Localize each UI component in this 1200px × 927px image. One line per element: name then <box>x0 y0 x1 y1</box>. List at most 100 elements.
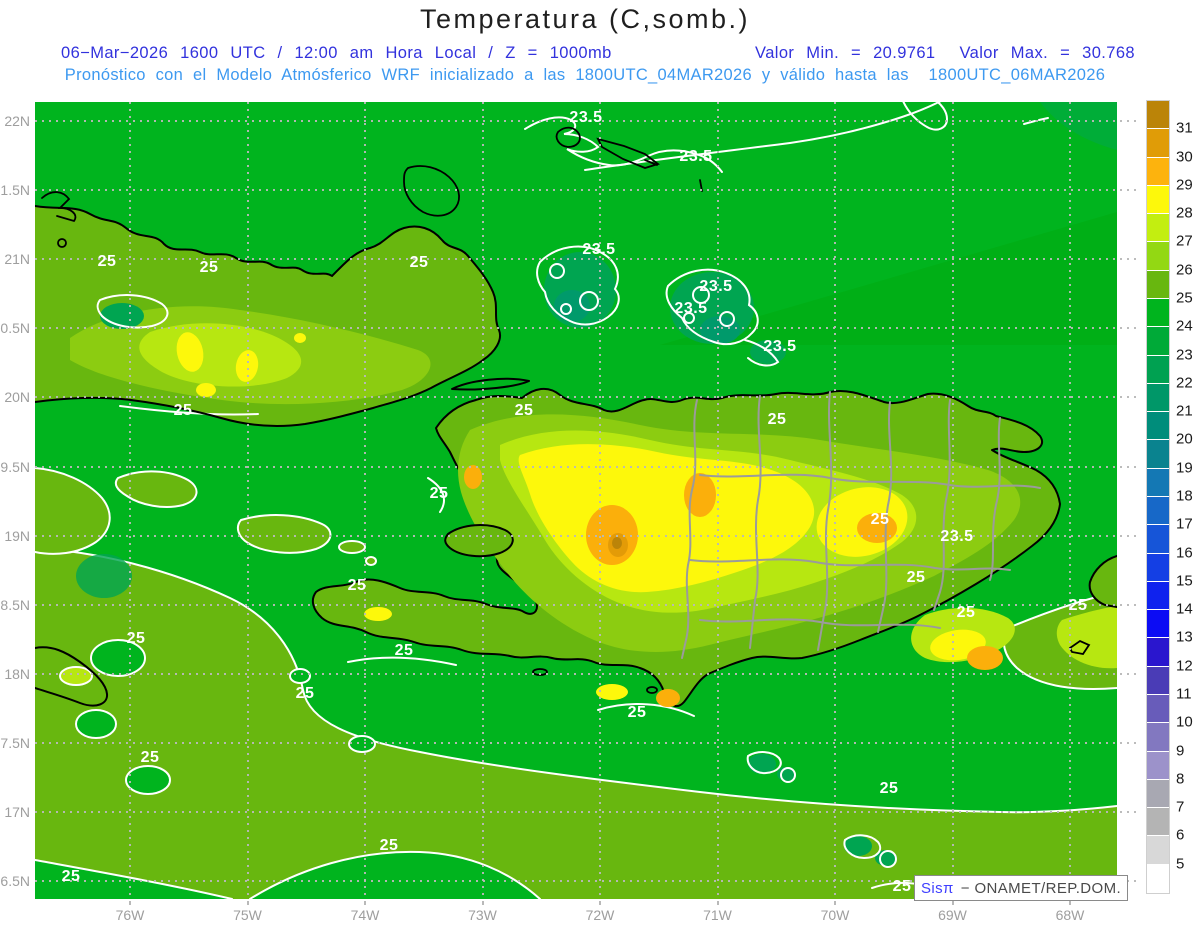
colorbar <box>1146 100 1170 894</box>
colorbar-cell <box>1147 525 1169 553</box>
colorbar-cell <box>1147 610 1169 638</box>
gridline-lat <box>35 672 1140 675</box>
contour-label: 25 <box>173 402 193 419</box>
colorbar-cell <box>1147 496 1169 525</box>
colorbar-tick-label: 13 <box>1176 628 1193 646</box>
colorbar-tick-label: 7 <box>1176 798 1185 816</box>
gridline-lat <box>35 741 1140 744</box>
colorbar-tick-label: 10 <box>1176 713 1193 731</box>
contour-label: 25 <box>956 604 976 621</box>
colorbar-cell <box>1147 327 1169 355</box>
colorbar-tick-label: 9 <box>1176 742 1185 760</box>
colorbar-cell <box>1147 270 1169 298</box>
colorbar-tick-label: 15 <box>1176 572 1193 590</box>
gridline-lat <box>35 465 1140 468</box>
contour-label: 25 <box>140 749 160 766</box>
colorbar-cell <box>1147 694 1169 723</box>
colorbar-tick-label: 18 <box>1176 487 1193 505</box>
contour-label: 25 <box>347 577 367 594</box>
contour-label: 23.5 <box>569 109 603 126</box>
y-axis-label: 7.5N <box>0 734 30 751</box>
colorbar-cell <box>1147 723 1169 751</box>
colorbar-tick-label: 16 <box>1176 544 1193 562</box>
contour-label: 23.5 <box>679 148 713 165</box>
gridline-lon <box>364 102 366 899</box>
gridline-lat <box>35 534 1140 537</box>
contour-label: 25 <box>514 402 534 419</box>
x-axis-label: 75W <box>233 907 262 923</box>
colorbar-tick-label: 11 <box>1176 685 1192 703</box>
x-axis-label: 73W <box>468 907 497 923</box>
colorbar-cell <box>1147 440 1169 468</box>
colorbar-cell <box>1147 214 1169 242</box>
colorbar-tick-label: 29 <box>1176 176 1193 194</box>
colorbar-tick-label: 25 <box>1176 289 1193 307</box>
gridline-lon <box>716 102 719 899</box>
gridline-lat <box>35 396 1140 399</box>
gridline-lon <box>1069 102 1071 899</box>
y-axis-label: 9.5N <box>0 458 30 475</box>
contour-label: 23.5 <box>674 300 708 317</box>
gridline-lon <box>246 102 249 899</box>
contour-label: 25 <box>1068 597 1088 614</box>
colorbar-tick-label: 26 <box>1176 261 1193 279</box>
colorbar-cell <box>1147 751 1169 779</box>
x-axis-label: 74W <box>350 907 380 923</box>
gridline-lon <box>129 102 131 899</box>
colorbar-tick-label: 30 <box>1176 148 1193 166</box>
colorbar-tick-label: 8 <box>1176 770 1185 788</box>
x-axis-tick <box>599 901 601 905</box>
contour-label: 25 <box>409 254 429 271</box>
x-axis-tick <box>481 901 484 905</box>
gridline-lat <box>35 327 1140 330</box>
x-axis-tick <box>246 901 249 905</box>
contour-label: 23.5 <box>763 338 797 355</box>
colorbar-cell <box>1147 666 1169 694</box>
x-axis-label: 76W <box>115 907 145 923</box>
colorbar-tick-label: 14 <box>1176 600 1193 618</box>
colorbar-cell <box>1147 581 1169 610</box>
y-axis-label: 0.5N <box>0 320 30 337</box>
colorbar-cell <box>1147 185 1169 214</box>
contour-label: 25 <box>892 878 912 895</box>
colorbar-cell <box>1147 355 1169 383</box>
credit-brand: Sisπ <box>920 879 954 897</box>
colorbar-tick-label: 22 <box>1176 374 1193 392</box>
x-axis-tick <box>716 901 719 905</box>
colorbar-cell <box>1147 808 1169 836</box>
contour-label: 25 <box>429 485 449 502</box>
contour-label: 25 <box>61 868 81 885</box>
gridline-lon <box>599 102 601 899</box>
x-axis-label: 70W <box>820 907 850 923</box>
x-axis-tick <box>364 901 366 905</box>
colorbar-cell <box>1147 638 1169 666</box>
colorbar-tick-label: 24 <box>1176 317 1193 335</box>
colorbar-tick-label: 5 <box>1176 855 1185 873</box>
x-axis-label: 72W <box>585 907 615 923</box>
y-axis-label: 1.5N <box>0 182 30 199</box>
colorbar-cell <box>1147 553 1169 581</box>
contour-label: 23.5 <box>582 241 616 258</box>
colorbar-cell <box>1147 412 1169 440</box>
contour-label: 25 <box>199 259 219 276</box>
colorbar-cell <box>1147 779 1169 808</box>
contour-label: 25 <box>767 411 787 428</box>
x-axis-tick <box>129 901 131 905</box>
colorbar-tick-label: 28 <box>1176 204 1193 222</box>
colorbar-tick-label: 31 <box>1176 119 1193 137</box>
gridline-lat <box>35 811 1140 813</box>
contour-label: 23.5 <box>940 528 974 545</box>
y-axis-label: 20N <box>4 389 30 406</box>
colorbar-cell <box>1147 157 1169 185</box>
y-axis-label: 18N <box>4 665 30 682</box>
y-axis-label: 6.5N <box>0 873 30 890</box>
contour-label: 25 <box>97 253 117 270</box>
colorbar-cell <box>1147 129 1169 157</box>
contour-label: 25 <box>379 837 399 854</box>
credit-box: Sisπ − ONAMET/REP.DOM. <box>914 875 1128 901</box>
colorbar-tick-label: 12 <box>1176 657 1193 675</box>
weather-map-page: Temperatura (C,somb.) 06−Mar−2026 1600 U… <box>0 0 1200 927</box>
colorbar-cell <box>1147 242 1169 270</box>
gridline-lon <box>834 102 836 899</box>
gridline-lat <box>35 189 1140 192</box>
